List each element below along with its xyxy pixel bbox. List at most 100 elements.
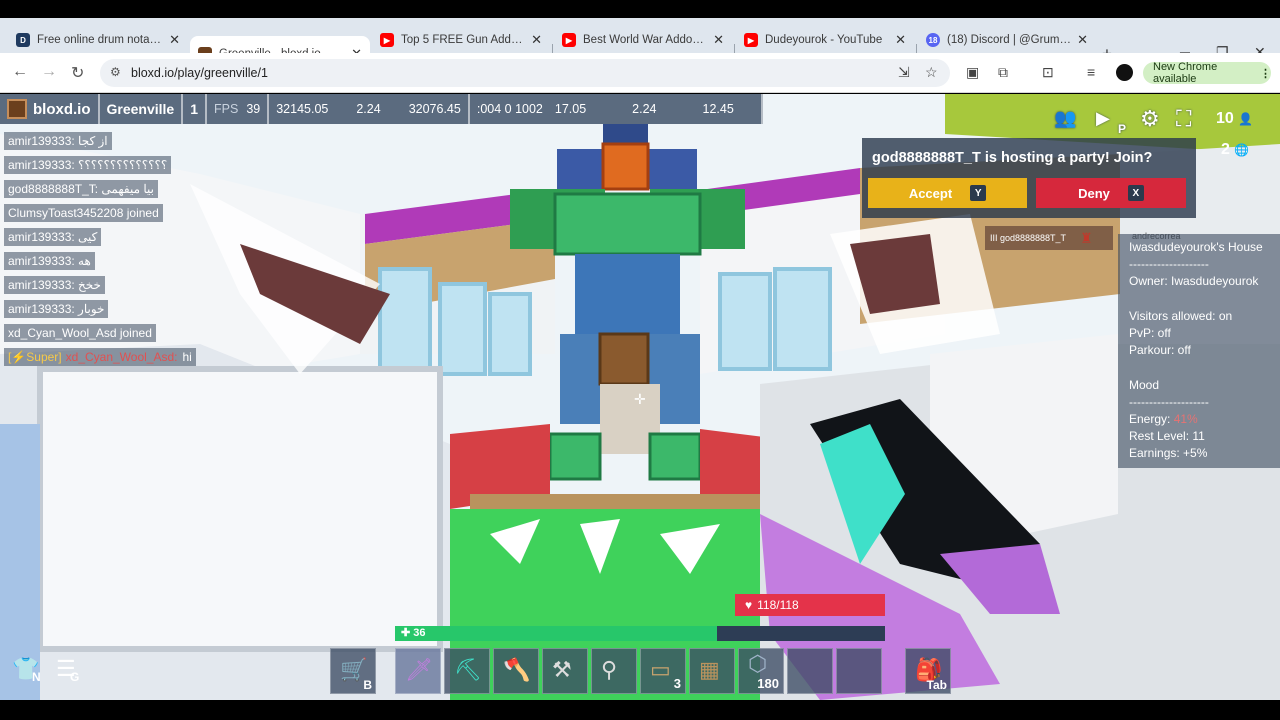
screen-capture-icon[interactable]: ⊡ bbox=[1042, 64, 1054, 81]
mood-divider: -------------------- bbox=[1129, 395, 1209, 409]
favicon-icon: D bbox=[16, 33, 30, 47]
accept-button[interactable]: Accept Y bbox=[868, 178, 1027, 208]
energy-value: 41% bbox=[1173, 412, 1198, 426]
house-pvp: PvP: off bbox=[1129, 326, 1171, 340]
hotbar-slot-1[interactable]: 🗡 bbox=[395, 648, 441, 694]
hotbar-slot-5[interactable]: ⚲ bbox=[591, 648, 637, 694]
close-tab-icon[interactable]: ✕ bbox=[895, 32, 906, 48]
new-chrome-available-button[interactable]: New Chrome available ⋮ bbox=[1143, 61, 1271, 85]
site-info-icon[interactable]: ⚙ bbox=[110, 65, 121, 79]
xp-level-value: 36 bbox=[413, 627, 426, 639]
hotbar-slot-3[interactable]: 🪓 bbox=[493, 648, 539, 694]
tab-title: Free online drum notation e bbox=[37, 34, 163, 46]
hotbar-slot-2[interactable]: ⛏ bbox=[444, 648, 490, 694]
super-rank-badge: [⚡Super] bbox=[8, 350, 62, 364]
discord-icon: 18 bbox=[926, 33, 940, 47]
deny-key: X bbox=[1127, 185, 1144, 201]
tab-dudeyourok-youtube[interactable]: ▶ Dudeyourok - YouTube ✕ bbox=[736, 27, 914, 53]
camera-key: P bbox=[1118, 122, 1127, 136]
kebab-menu-icon[interactable]: ⋮ bbox=[1260, 67, 1271, 80]
extension-game-icon[interactable]: ▣ bbox=[966, 64, 979, 81]
accept-label: Accept bbox=[908, 185, 953, 201]
players-icon: 👤 bbox=[1238, 112, 1254, 126]
energy-row: Energy: 41% bbox=[1129, 412, 1280, 429]
forward-icon[interactable]: → bbox=[41, 63, 57, 81]
address-field[interactable]: ⚙ bloxd.io/play/greenville/1 bbox=[100, 59, 950, 87]
nametag-text: III god8888888T_T bbox=[990, 233, 1067, 243]
fullscreen-icon[interactable]: ⛶ bbox=[1176, 106, 1191, 132]
youtube-icon: ▶ bbox=[562, 33, 576, 47]
player-count-value: 10 bbox=[1216, 110, 1234, 127]
chat-message: amir139333: هه bbox=[4, 252, 95, 270]
settings-gear-icon[interactable]: ⚙ bbox=[1140, 106, 1160, 132]
close-tab-icon[interactable]: ✕ bbox=[713, 32, 724, 48]
browser-tab-strip: D Free online drum notation e ✕ Greenvil… bbox=[0, 0, 1280, 71]
extensions-puzzle-icon[interactable]: ⧉ bbox=[998, 64, 1008, 81]
fps-segment: FPS 39 bbox=[207, 94, 270, 124]
brand-name: bloxd.io bbox=[33, 100, 91, 118]
chunk-value: :004 0 1002 bbox=[476, 102, 543, 116]
close-tab-icon[interactable]: ✕ bbox=[531, 32, 542, 48]
chat-log: amir139333: از کجا amir139333: ؟؟؟؟؟؟؟؟؟… bbox=[4, 132, 196, 372]
profile-avatar-icon[interactable] bbox=[1116, 64, 1133, 81]
tab-title: Dudeyourok - YouTube bbox=[765, 34, 883, 46]
xp-bar: ✚ 36 bbox=[395, 626, 885, 641]
deny-button[interactable]: Deny X bbox=[1036, 178, 1186, 208]
party-invite-dialog: god8888888T_T is hosting a party! Join? … bbox=[862, 138, 1196, 218]
hotbar-slot-4[interactable]: ⚒ bbox=[542, 648, 588, 694]
install-app-icon[interactable]: ⇲ bbox=[898, 64, 910, 81]
coord-y: 2.24 bbox=[356, 102, 381, 116]
house-visitors: Visitors allowed: on bbox=[1129, 309, 1233, 323]
tab-title: Top 5 FREE Gun Addons Mi bbox=[401, 34, 525, 46]
tab-world-war-addons[interactable]: ▶ Best World War Addons Fo ✕ bbox=[554, 27, 732, 53]
url-text: bloxd.io/play/greenville/1 bbox=[131, 66, 268, 80]
chat-message-super: [⚡Super] xd_Cyan_Wool_Asd: hi bbox=[4, 348, 196, 366]
address-toolbar: ← → ↻ ⚙ bloxd.io/play/greenville/1 ⇲ ☆ ▣… bbox=[0, 53, 1280, 93]
hotbar-slot-8[interactable]: ⬡ 180 bbox=[738, 648, 784, 694]
chat-message: amir139333: کیی bbox=[4, 228, 102, 246]
inventory-button[interactable]: 🎒 Tab bbox=[905, 648, 951, 694]
hammer-icon: ⚒ bbox=[552, 657, 572, 682]
chat-message: god8888888T_T: بیا میفهمی bbox=[4, 180, 158, 198]
sword-icon: 🗡 bbox=[405, 657, 433, 682]
xp-fill bbox=[395, 626, 718, 641]
house-info-panel: Iwasdudeyourok's House -----------------… bbox=[1118, 234, 1280, 468]
reload-icon[interactable]: ↻ bbox=[71, 63, 84, 83]
shop-key: B bbox=[363, 678, 372, 692]
close-tab-icon[interactable]: ✕ bbox=[169, 32, 180, 48]
coord-z: 32076.45 bbox=[408, 102, 461, 116]
close-tab-icon[interactable]: ✕ bbox=[1077, 32, 1088, 48]
player-count: 10 👤 bbox=[1216, 110, 1253, 128]
shop-button[interactable]: 🛒 B bbox=[330, 648, 376, 694]
friends-icon[interactable]: 👥 bbox=[1054, 108, 1076, 129]
camera-icon[interactable]: ▶ bbox=[1096, 108, 1110, 129]
value-2: 2.24 bbox=[632, 102, 657, 116]
heart-icon: ♥ bbox=[745, 598, 753, 612]
hotbar-slot-7[interactable]: ▦ bbox=[689, 648, 735, 694]
back-icon[interactable]: ← bbox=[12, 63, 28, 81]
hotbar-slot-9[interactable] bbox=[787, 648, 833, 694]
tab-discord[interactable]: 18 (18) Discord | @GrumpyPe ✕ bbox=[918, 27, 1096, 53]
tab-drum-notation[interactable]: D Free online drum notation e ✕ bbox=[8, 27, 188, 53]
bookmark-star-icon[interactable]: ☆ bbox=[925, 64, 938, 81]
chat-message: amir139333: ؟؟؟؟؟؟؟؟؟؟؟؟؟؟ bbox=[4, 156, 172, 174]
house-title: Iwasdudeyourok's House bbox=[1129, 240, 1263, 254]
house-parkour: Parkour: off bbox=[1129, 343, 1191, 357]
brand-segment: bloxd.io bbox=[0, 94, 100, 124]
media-control-icon[interactable]: ≡ bbox=[1087, 64, 1095, 80]
tab-gun-addons[interactable]: ▶ Top 5 FREE Gun Addons Mi ✕ bbox=[372, 27, 550, 53]
hotbar-slot-6[interactable]: ▭ 3 bbox=[640, 648, 686, 694]
online-count-value: 2 bbox=[1221, 141, 1230, 158]
game-viewport[interactable]: bloxd.io Greenville 1 FPS 39 32145.05 2.… bbox=[0, 94, 1280, 700]
coord-x: 32145.05 bbox=[276, 102, 329, 116]
mood-title: Mood bbox=[1129, 378, 1160, 392]
hotbar-slot-10[interactable] bbox=[836, 648, 882, 694]
health-text: 118/118 bbox=[757, 598, 799, 612]
world-name: Greenville bbox=[99, 94, 184, 124]
shovel-icon: ⚲ bbox=[601, 657, 618, 682]
chat-message: ClumsyToast3452208 joined bbox=[4, 204, 163, 222]
value-3: 12.45 bbox=[702, 102, 734, 116]
player-avatar bbox=[7, 99, 27, 119]
deny-label: Deny bbox=[1078, 185, 1110, 201]
chat-message: xd_Cyan_Wool_Asd joined bbox=[4, 324, 156, 342]
